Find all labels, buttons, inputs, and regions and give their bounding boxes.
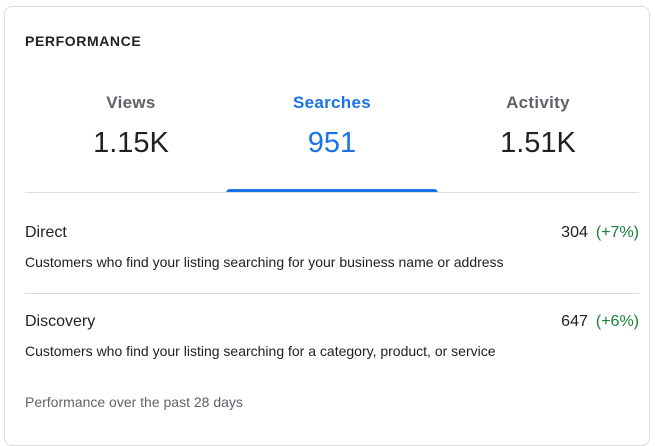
breakdown-change: (+6%) [595,313,639,330]
breakdown-title: Direct [25,224,67,241]
performance-card: PERFORMANCE Views 1.15K Searches 951 Act… [4,6,650,446]
breakdown-count: 304 [561,224,588,241]
breakdown-title: Discovery [25,313,96,330]
metric-tabs: Views 1.15K Searches 951 Activity 1.51K [25,85,639,193]
tab-searches-label: Searches [292,93,371,112]
tab-activity[interactable]: Activity 1.51K [432,85,644,193]
period-footnote: Performance over the past 28 days [25,394,243,410]
tab-searches-value: 951 [307,127,357,159]
breakdown-divider [25,293,639,294]
breakdown-change: (+7%) [595,224,639,241]
breakdown-description: Customers who find your listing searchin… [25,254,504,270]
card-heading: PERFORMANCE [25,33,142,49]
tab-views[interactable]: Views 1.15K [25,85,237,193]
tab-searches[interactable]: Searches 951 [226,85,438,193]
tab-activity-label: Activity [506,93,570,112]
tab-activity-value: 1.51K [500,127,576,159]
tabs-divider [25,192,639,193]
breakdown-description: Customers who find your listing searchin… [25,343,496,359]
breakdown-stats: 647 (+6%) [561,313,639,331]
tab-views-label: Views [106,93,156,112]
breakdown-count: 647 [561,313,588,330]
tab-views-value: 1.15K [93,127,169,159]
breakdown-stats: 304 (+7%) [561,224,639,242]
